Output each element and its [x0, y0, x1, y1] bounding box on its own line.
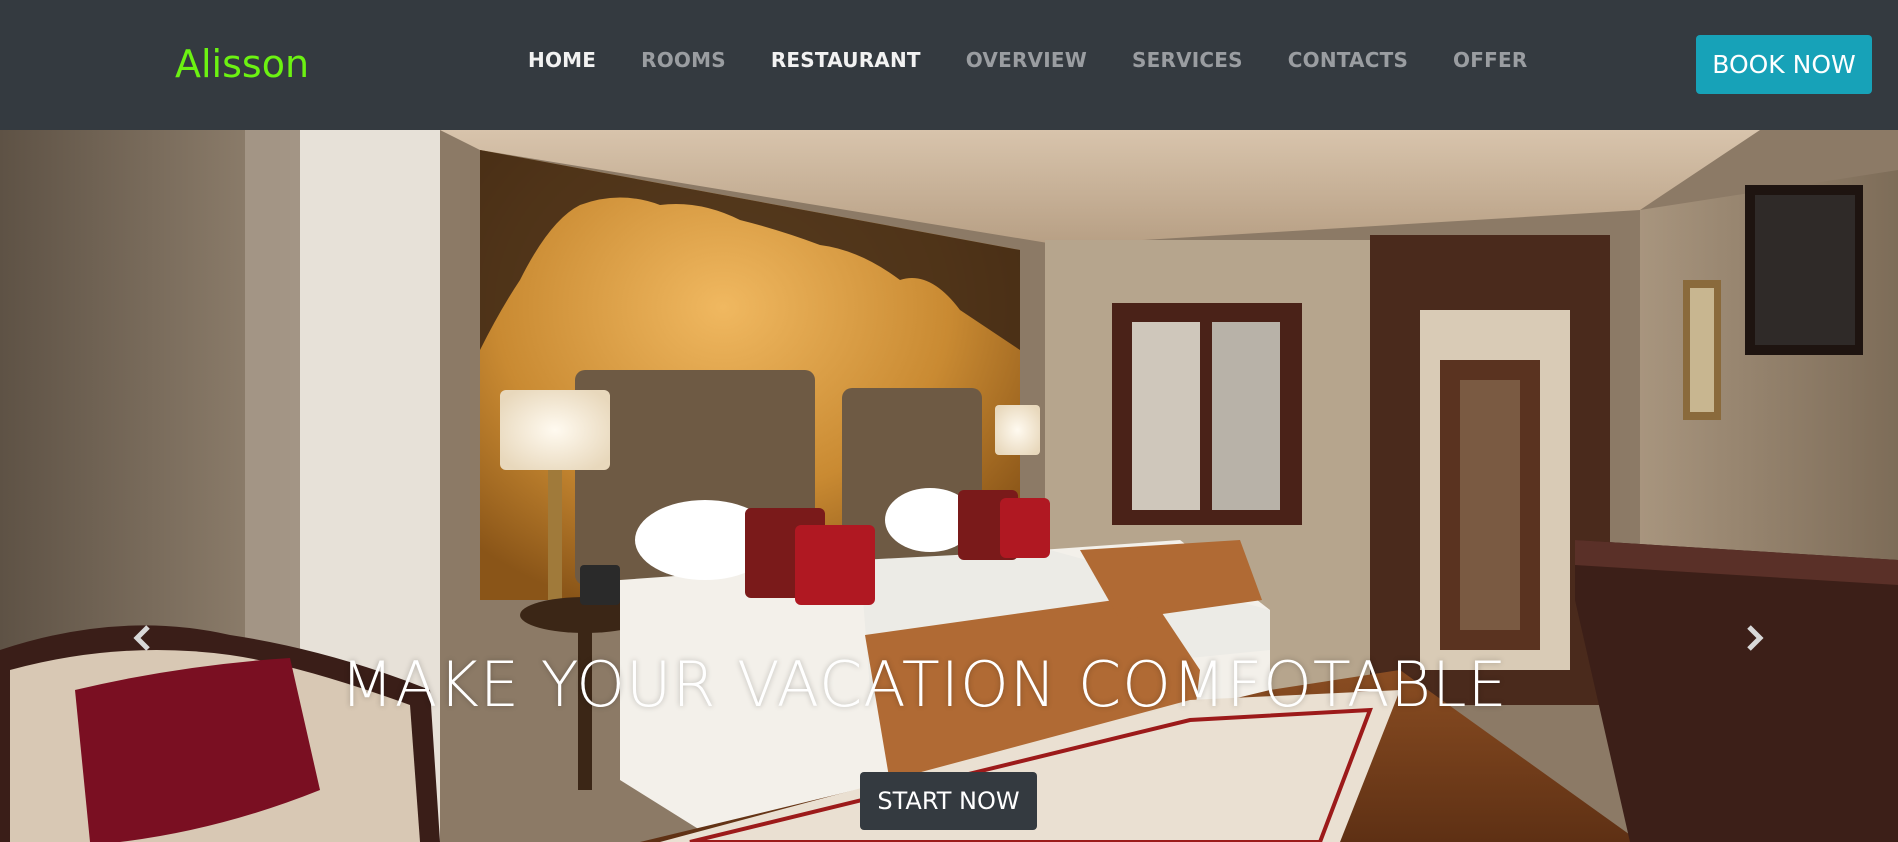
- nav-item-offer[interactable]: OFFER: [1453, 48, 1527, 72]
- main-nav: HOME ROOMS RESTAURANT OVERVIEW SERVICES …: [528, 48, 1572, 72]
- hotel-room-photo: [0, 130, 1898, 842]
- nav-item-home[interactable]: HOME: [528, 48, 596, 72]
- book-now-button[interactable]: BOOK NOW: [1696, 35, 1872, 94]
- navbar: Alisson HOME ROOMS RESTAURANT OVERVIEW S…: [0, 0, 1898, 130]
- nav-item-rooms[interactable]: ROOMS: [641, 48, 726, 72]
- hero-caption: MAKE YOUR VACATION COMFOTABLE: [340, 648, 1508, 721]
- hero-carousel: [0, 130, 1898, 842]
- nav-item-restaurant[interactable]: RESTAURANT: [771, 48, 921, 72]
- nav-item-overview[interactable]: OVERVIEW: [966, 48, 1087, 72]
- nav-item-services[interactable]: SERVICES: [1132, 48, 1243, 72]
- nav-item-contacts[interactable]: CONTACTS: [1288, 48, 1408, 72]
- start-now-button[interactable]: START NOW: [860, 772, 1037, 830]
- brand-logo[interactable]: Alisson: [175, 42, 309, 86]
